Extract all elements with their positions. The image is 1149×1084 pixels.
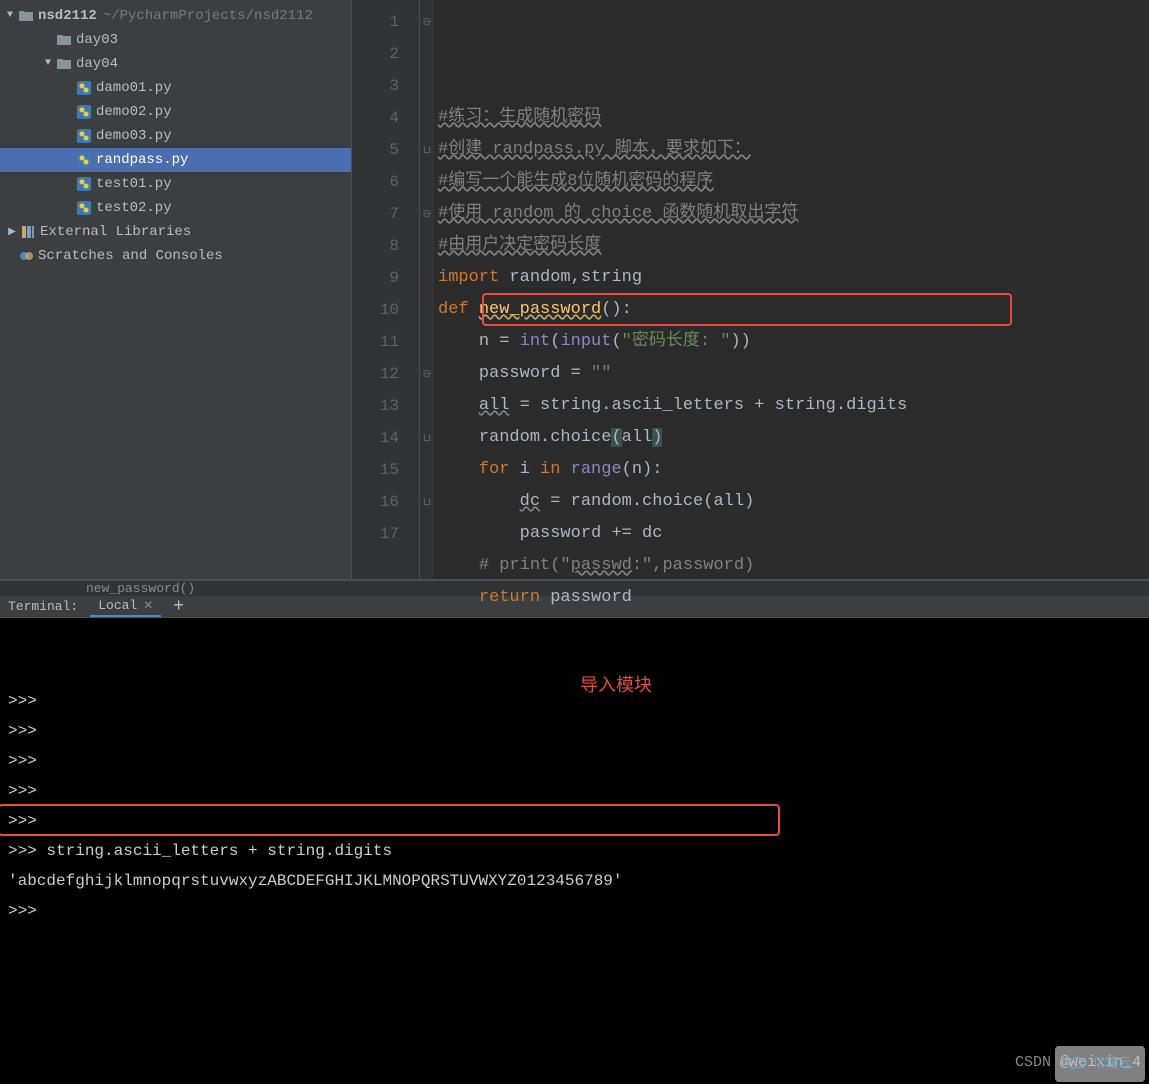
- python-file-icon: [76, 80, 92, 96]
- fold-marker: [420, 294, 434, 326]
- fold-marker[interactable]: ⊔: [420, 134, 434, 166]
- tree-file[interactable]: demo02.py: [0, 100, 351, 124]
- tree-file[interactable]: demo03.py: [0, 124, 351, 148]
- terminal-line: >>>: [8, 776, 1141, 806]
- folder-icon: [18, 8, 34, 24]
- root-name: nsd2112: [38, 8, 97, 24]
- python-file-icon: [76, 176, 92, 192]
- fold-marker[interactable]: ⊖: [420, 6, 434, 38]
- python-file-icon: [76, 104, 92, 120]
- line-number[interactable]: 11: [352, 326, 399, 358]
- folder-icon: [56, 56, 72, 72]
- add-terminal-button[interactable]: +: [173, 597, 184, 617]
- line-number[interactable]: 12: [352, 358, 399, 390]
- chevron-right-icon[interactable]: ▶: [6, 226, 18, 238]
- fold-marker: [420, 390, 434, 422]
- chevron-down-icon[interactable]: ▼: [4, 10, 16, 22]
- code-line[interactable]: #练习：生成随机密码: [438, 102, 1149, 134]
- line-number[interactable]: 15: [352, 454, 399, 486]
- code-line[interactable]: password += dc: [438, 518, 1149, 550]
- fold-marker: [420, 102, 434, 134]
- python-file-icon: [76, 128, 92, 144]
- code-line[interactable]: random.choice(all): [438, 422, 1149, 454]
- tree-folder[interactable]: day03: [0, 28, 351, 52]
- tree-root[interactable]: ▼ nsd2112 ~/PycharmProjects/nsd2112: [0, 4, 351, 28]
- fold-marker: [420, 518, 434, 550]
- highlight-annotation: [482, 293, 1012, 326]
- line-number[interactable]: 8: [352, 230, 399, 262]
- code-line[interactable]: #创建 randpass.py 脚本，要求如下：: [438, 134, 1149, 166]
- highlight-annotation-2: [0, 804, 780, 836]
- code-line[interactable]: #使用 random 的 choice 函数随机取出字符: [438, 198, 1149, 230]
- code-line[interactable]: #由用户决定密码长度: [438, 230, 1149, 262]
- tree-file[interactable]: randpass.py: [0, 148, 351, 172]
- line-number[interactable]: 9: [352, 262, 399, 294]
- code-line[interactable]: dc = random.choice(all): [438, 486, 1149, 518]
- terminal-line: 'abcdefghijklmnopqrstuvwxyzABCDEFGHIJKLM…: [8, 866, 1141, 896]
- fold-marker: [420, 262, 434, 294]
- python-file-icon: [76, 200, 92, 216]
- line-number[interactable]: 10: [352, 294, 399, 326]
- fold-marker: [420, 38, 434, 70]
- terminal-line: >>>: [8, 746, 1141, 776]
- fold-marker[interactable]: ⊔: [420, 486, 434, 518]
- line-number[interactable]: 1: [352, 6, 399, 38]
- gutter: 1234567891011121314151617: [352, 0, 420, 579]
- line-number[interactable]: 7: [352, 198, 399, 230]
- line-number[interactable]: 16: [352, 486, 399, 518]
- line-number[interactable]: 4: [352, 102, 399, 134]
- tree-file[interactable]: damo01.py: [0, 76, 351, 100]
- chevron-icon[interactable]: ▼: [42, 58, 54, 70]
- project-tree[interactable]: ▼ nsd2112 ~/PycharmProjects/nsd2112 day0…: [0, 0, 352, 579]
- code-line[interactable]: import random,string: [438, 262, 1149, 294]
- fold-marker: [420, 70, 434, 102]
- close-icon[interactable]: ✕: [143, 598, 153, 613]
- tree-file[interactable]: test01.py: [0, 172, 351, 196]
- terminal-line: >>>: [8, 686, 1141, 716]
- python-file-icon: [76, 152, 92, 168]
- folder-icon: [56, 32, 72, 48]
- line-number[interactable]: 17: [352, 518, 399, 550]
- scratches-icon: [18, 248, 34, 264]
- line-number[interactable]: 5: [352, 134, 399, 166]
- code-line[interactable]: all = string.ascii_letters + string.digi…: [438, 390, 1149, 422]
- scratches-consoles[interactable]: Scratches and Consoles: [0, 244, 351, 268]
- terminal-label: Terminal:: [8, 599, 78, 614]
- line-number[interactable]: 3: [352, 70, 399, 102]
- code-line[interactable]: #编写一个能生成8位随机密码的程序: [438, 166, 1149, 198]
- logo-watermark: 亿速云: [1055, 1046, 1145, 1082]
- line-number[interactable]: 14: [352, 422, 399, 454]
- code-line[interactable]: return password: [438, 582, 1149, 614]
- annotation-text: 导入模块: [580, 672, 652, 702]
- code-editor[interactable]: 1234567891011121314151617 ⊖⊔⊖⊖⊔⊔ #练习：生成随…: [352, 0, 1149, 579]
- tree-folder[interactable]: ▼day04: [0, 52, 351, 76]
- fold-marker: [420, 326, 434, 358]
- terminal-body[interactable]: >>>>>>>>>>>>>>>>>> string.ascii_letters …: [0, 618, 1149, 1084]
- code-line[interactable]: # print("passwd:",password): [438, 550, 1149, 582]
- library-icon: [20, 224, 36, 240]
- fold-marker[interactable]: ⊔: [420, 422, 434, 454]
- line-number[interactable]: 6: [352, 166, 399, 198]
- tree-file[interactable]: test02.py: [0, 196, 351, 220]
- root-path: ~/PycharmProjects/nsd2112: [103, 8, 313, 24]
- terminal-line: >>>: [8, 716, 1141, 746]
- terminal-tab-local[interactable]: Local ✕: [90, 596, 161, 617]
- fold-marker: [420, 166, 434, 198]
- terminal-line: >>> string.ascii_letters + string.digits: [8, 836, 1141, 866]
- line-number[interactable]: 2: [352, 38, 399, 70]
- chevron-icon[interactable]: [42, 34, 54, 46]
- terminal-line: >>>: [8, 896, 1141, 926]
- fold-marker: [420, 230, 434, 262]
- fold-marker[interactable]: ⊖: [420, 358, 434, 390]
- external-libraries[interactable]: ▶ External Libraries: [0, 220, 351, 244]
- code-line[interactable]: n = int(input("密码长度: ")): [438, 326, 1149, 358]
- code-line[interactable]: password = "": [438, 358, 1149, 390]
- fold-marker: [420, 454, 434, 486]
- line-number[interactable]: 13: [352, 390, 399, 422]
- code-line[interactable]: for i in range(n):: [438, 454, 1149, 486]
- code-area[interactable]: #练习：生成随机密码#创建 randpass.py 脚本，要求如下：#编写一个能…: [434, 0, 1149, 579]
- fold-marker[interactable]: ⊖: [420, 198, 434, 230]
